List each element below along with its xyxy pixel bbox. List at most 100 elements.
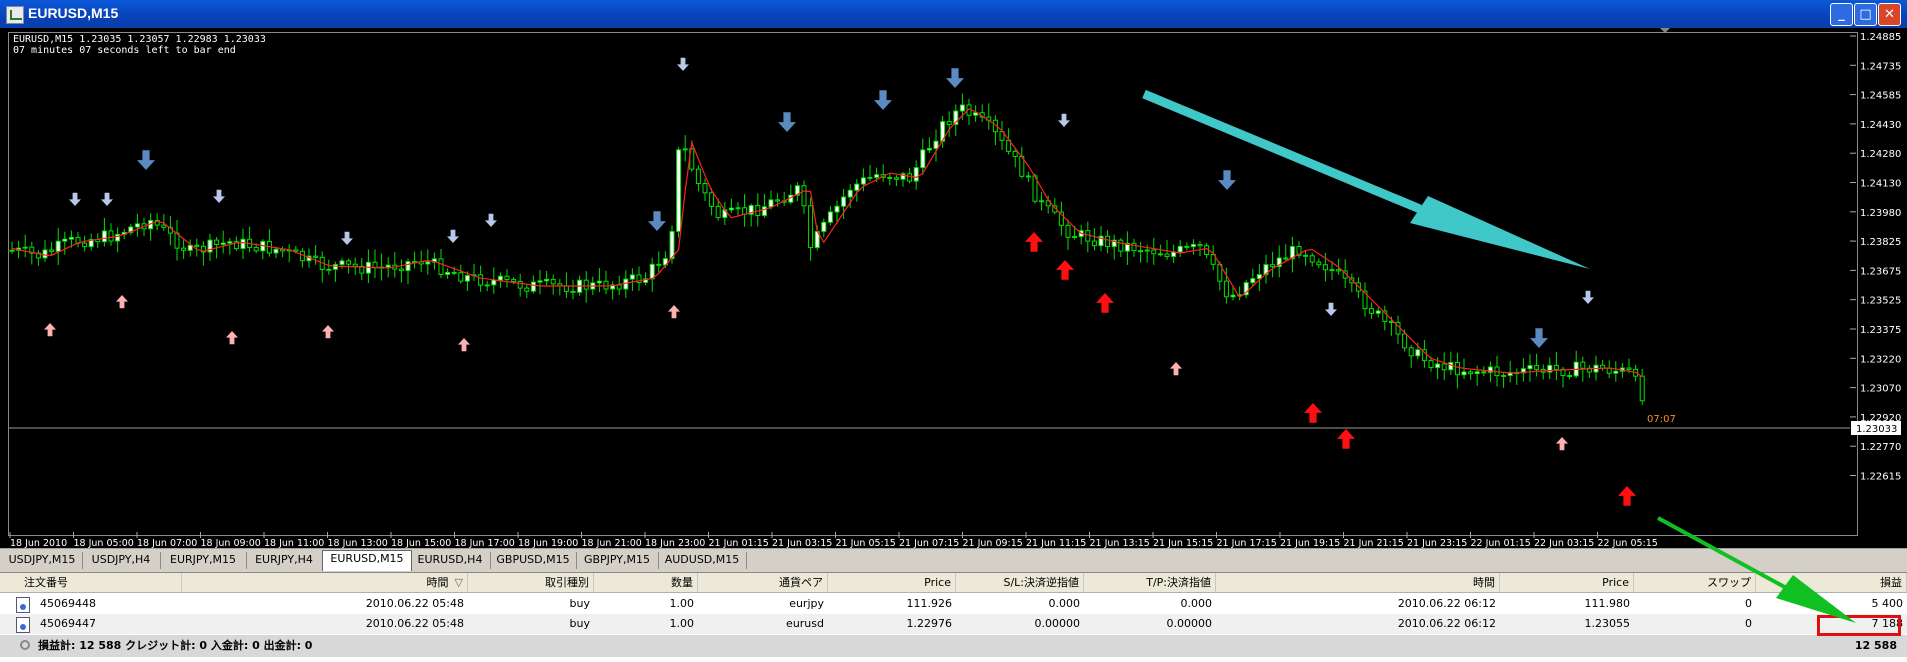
candle-body	[1567, 375, 1573, 378]
chart-tab[interactable]: USDJPY,M15	[2, 552, 83, 569]
chart-tab[interactable]: AUDUSD,M15	[658, 552, 747, 569]
buy-signal-arrow	[44, 323, 56, 337]
maximize-button[interactable]: □	[1854, 3, 1877, 26]
candle-body	[161, 224, 167, 228]
chart-tab[interactable]: EURUSD,M15	[322, 550, 412, 571]
chart-tab[interactable]: GBPUSD,M15	[490, 552, 577, 569]
column-header[interactable]: 取引種別	[468, 573, 594, 593]
candle-body	[913, 167, 919, 182]
candle-body	[1501, 374, 1507, 377]
time-axis-label: 22 Jun 01:15	[1471, 538, 1531, 548]
candle-body	[1309, 255, 1315, 263]
candle-body	[1025, 175, 1031, 178]
candle-body	[893, 177, 899, 180]
candle-body	[1580, 361, 1586, 369]
time-axis-label: 18 Jun 17:00	[455, 538, 515, 548]
price-axis-label: 1.23675	[1860, 266, 1901, 277]
shift-marker	[1660, 28, 1670, 33]
candle-body	[497, 275, 503, 281]
candle-body	[854, 183, 860, 191]
order-cell: 2010.06.22 05:48	[365, 597, 464, 610]
price-chart-area[interactable]: 1.24885 1.24735 1.24585 1.24430 1.24280 1.241…	[0, 28, 1907, 548]
candle-body	[1408, 347, 1414, 357]
order-cell: 111.926	[906, 597, 953, 610]
candle-body	[1144, 249, 1150, 252]
time-axis-label: 18 Jun 2010	[10, 538, 67, 548]
time-axis-label: 21 Jun 01:15	[709, 538, 769, 548]
candle-body	[1402, 333, 1408, 349]
column-header[interactable]: 注文番号	[0, 573, 182, 593]
order-row[interactable]: 45069447 2010.06.22 05:48 buy 1.00 eurusd 1.2…	[0, 614, 1907, 634]
candle-body	[1606, 367, 1612, 374]
column-header[interactable]: 時間	[1216, 573, 1500, 593]
candle-body	[181, 247, 187, 251]
sort-descending-icon: ▽	[454, 576, 463, 589]
column-header[interactable]: スワップ	[1634, 573, 1756, 593]
candle-body	[1639, 375, 1645, 402]
candle-body	[273, 248, 279, 254]
buy-signal-arrow	[1556, 437, 1568, 451]
candle-body	[1474, 371, 1480, 375]
candle-body	[1435, 363, 1441, 369]
candle-body	[1626, 367, 1632, 370]
column-header[interactable]: 時間 ▽	[182, 573, 468, 593]
order-cell: 2010.06.22 06:12	[1397, 597, 1496, 610]
column-header[interactable]: 数量	[594, 573, 698, 593]
candle-body	[425, 261, 431, 265]
chart-tab[interactable]: EURJPY,H4	[246, 552, 323, 569]
minimize-button[interactable]: _	[1830, 3, 1853, 26]
candle-body	[478, 274, 484, 286]
chart-tab[interactable]: EURJPY,M15	[160, 552, 247, 569]
chart-tab[interactable]: USDJPY,H4	[82, 552, 161, 569]
candle-body	[1534, 365, 1540, 370]
candle-body	[108, 230, 114, 242]
total-profit: 12 588	[1854, 639, 1897, 652]
candle-body	[761, 206, 767, 216]
order-cell: 1.22976	[906, 617, 953, 630]
candle-body	[55, 240, 61, 252]
order-cell: 1.23055	[1584, 617, 1631, 630]
candle-body	[451, 271, 457, 274]
time-axis-label: 18 Jun 19:00	[518, 538, 578, 548]
order-row[interactable]: 45069448 2010.06.22 05:48 buy 1.00 eurjpy 111…	[0, 594, 1907, 614]
candle-body	[491, 279, 497, 286]
candle-body	[629, 274, 635, 280]
column-header[interactable]: T/P:決済指値	[1084, 573, 1216, 593]
order-cell: 2010.06.22 05:48	[365, 617, 464, 630]
candle-body	[933, 140, 939, 149]
sell-signal-arrow-strong	[648, 211, 667, 231]
chart-tab[interactable]: GBPJPY,M15	[576, 552, 659, 569]
candle-body	[82, 242, 88, 248]
candle-body	[1283, 257, 1289, 260]
candle-body	[1329, 269, 1335, 272]
candle-body	[834, 205, 840, 213]
candle-body	[1461, 371, 1467, 376]
column-header[interactable]: Price	[1500, 573, 1634, 593]
chart-window-icon	[6, 6, 24, 24]
candle-body	[1375, 310, 1381, 314]
time-axis-label: 21 Jun 15:15	[1153, 538, 1213, 548]
column-header[interactable]: S/L:決済逆指値	[956, 573, 1084, 593]
candlestick-chart[interactable]: 1.24885 1.24735 1.24585 1.24430 1.24280 1.241…	[0, 28, 1907, 548]
column-header[interactable]: Price	[828, 573, 956, 593]
candle-body	[1012, 150, 1018, 157]
column-header[interactable]: 通貨ペア	[698, 573, 828, 593]
candle-body	[1177, 245, 1183, 253]
candle-body	[62, 238, 68, 242]
time-axis-label: 21 Jun 05:15	[836, 538, 896, 548]
title-bar: EURUSD,M15 _ □ ✕	[0, 0, 1907, 28]
price-axis-label: 1.24735	[1860, 61, 1901, 72]
candle-body	[1303, 254, 1309, 257]
close-button[interactable]: ✕	[1878, 3, 1901, 26]
candle-body	[801, 185, 807, 207]
time-axis-label: 18 Jun 15:00	[391, 538, 451, 548]
chart-tab[interactable]: EURUSD,H4	[410, 552, 491, 569]
candle-body	[1553, 364, 1559, 370]
column-header[interactable]: 損益	[1756, 573, 1907, 593]
candle-body	[1369, 308, 1375, 314]
buy-signal-arrow-strong	[1304, 403, 1322, 423]
account-summary-text: 損益計: 12 588 クレジット計: 0 入金計: 0 出金計: 0	[38, 639, 313, 652]
profit-highlight-box	[1817, 615, 1901, 636]
candle-body	[537, 280, 543, 283]
price-axis-label: 1.24280	[1860, 149, 1901, 160]
